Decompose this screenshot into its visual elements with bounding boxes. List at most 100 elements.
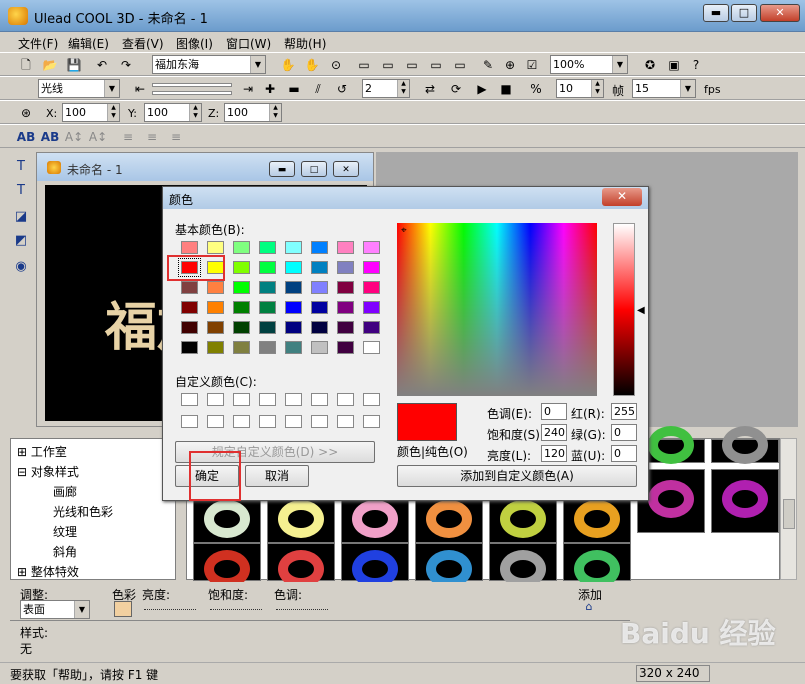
text-spacing-icon[interactable]: A↕ [64,127,84,147]
expand-icon[interactable]: ⊞ [17,565,27,579]
custom-color-swatch[interactable] [259,393,276,406]
select-object-icon[interactable]: ◩ [10,230,32,252]
menu-window[interactable]: 窗口(W) [226,35,271,52]
basic-color-swatch[interactable] [285,241,302,254]
basic-color-swatch[interactable] [233,281,250,294]
timeline-slider-2[interactable] [152,91,232,95]
basic-color-swatch[interactable] [337,261,354,274]
frames-combo[interactable]: 15 ▼ [632,79,696,98]
spin-arrows-icon[interactable]: ▲ ▼ [269,104,281,121]
basic-color-swatch[interactable] [311,241,328,254]
tree-item-bevel[interactable]: 斜角 [53,543,77,560]
custom-color-swatch[interactable] [233,415,250,428]
basic-color-swatch[interactable] [337,301,354,314]
eye-icon[interactable]: ◉ [10,256,32,278]
stop-icon[interactable]: ■ [496,79,516,99]
thumbnail[interactable] [563,543,631,588]
brightness-slider[interactable] [144,606,196,610]
render-icon[interactable]: ✪ [640,55,660,75]
custom-color-swatch[interactable] [285,415,302,428]
chevron-down-icon[interactable]: ▼ [74,601,89,618]
basic-color-swatch[interactable] [363,261,380,274]
tree-item-light-color[interactable]: 光线和色彩 [53,503,113,520]
thumbnail[interactable] [415,543,483,588]
split-icon[interactable]: ⫽ [308,79,328,99]
basic-color-swatch[interactable] [285,261,302,274]
mode-combo[interactable]: 光线 ▼ [38,79,120,98]
loop-icon[interactable]: ⇄ [420,79,440,99]
frame-spin[interactable]: 2 ▲ ▼ [362,79,410,98]
crosshair-icon[interactable]: ⌖ [401,225,407,236]
maximize-button[interactable]: □ [731,4,757,22]
add-to-custom-colors-button[interactable]: 添加到自定义颜色(A) [397,465,637,487]
hue-slider[interactable] [276,606,328,610]
basic-color-swatch[interactable] [181,341,198,354]
basic-color-swatch[interactable] [207,341,224,354]
view-back-icon[interactable]: ▭ [426,55,446,75]
gallery-scrollbar[interactable] [780,438,797,580]
basic-color-swatch[interactable] [207,321,224,334]
thumbnail[interactable] [711,469,779,533]
custom-color-swatch[interactable] [311,415,328,428]
basic-color-swatch[interactable] [259,241,276,254]
custom-color-swatch[interactable] [181,393,198,406]
canvas-minimize-button[interactable]: ▬ [269,161,295,177]
position-icon[interactable]: ⊛ [16,103,36,123]
globe-icon[interactable]: ⊕ [500,55,520,75]
hue-field[interactable]: 0 [541,403,567,420]
basic-color-swatch[interactable] [233,301,250,314]
view-persp-icon[interactable]: ▭ [450,55,470,75]
basic-color-swatch[interactable] [259,341,276,354]
basic-color-swatch[interactable] [337,281,354,294]
add-keyframe-icon[interactable]: ✚ [260,79,280,99]
open-icon[interactable]: 📂 [40,55,60,75]
zoom-fit-icon[interactable]: ⊙ [326,55,346,75]
basic-color-swatch[interactable] [363,241,380,254]
tree-item-object-style[interactable]: ⊟ 对象样式 [17,463,79,480]
thumbnail[interactable] [193,543,261,588]
thumbnail[interactable] [341,543,409,588]
custom-color-swatch[interactable] [363,393,380,406]
dialog-close-button[interactable]: ✕ [602,188,642,206]
red-field[interactable]: 255 [611,403,637,420]
spin-arrows-icon[interactable]: ▲ ▼ [107,104,119,121]
custom-color-swatch[interactable] [207,415,224,428]
reverse-icon[interactable]: ↺ [332,79,352,99]
color-swatch[interactable] [114,601,132,617]
canvas-maximize-button[interactable]: □ [301,161,327,177]
view-side-icon[interactable]: ▭ [378,55,398,75]
basic-color-swatch[interactable] [363,301,380,314]
adjust-combo[interactable]: 表面 ▼ [20,600,90,619]
hand-icon[interactable]: ✋ [278,55,298,75]
menu-help[interactable]: 帮助(H) [284,35,326,52]
chevron-down-icon[interactable]: ▼ [104,80,119,97]
basic-color-swatch[interactable] [311,301,328,314]
custom-color-swatch[interactable] [233,393,250,406]
chevron-down-icon[interactable]: ▼ [612,56,627,73]
saturation-slider[interactable] [210,606,262,610]
view-front-icon[interactable]: ▭ [354,55,374,75]
basic-color-swatch[interactable] [259,321,276,334]
basic-color-swatch[interactable] [363,321,380,334]
basic-color-swatch[interactable] [285,321,302,334]
basic-color-swatch[interactable] [207,241,224,254]
basic-color-swatch[interactable] [311,281,328,294]
checkbox-icon[interactable]: ☑ [522,55,542,75]
basic-color-swatch[interactable] [233,241,250,254]
expand-icon[interactable]: ⊞ [17,445,27,459]
help-pointer-icon[interactable]: ? [686,55,706,75]
thumbnail[interactable] [267,543,335,588]
basic-color-swatch[interactable] [311,261,328,274]
custom-color-swatch[interactable] [337,393,354,406]
menu-edit[interactable]: 编辑(E) [68,35,109,52]
align-right-icon[interactable]: ≡ [166,127,186,147]
basic-color-swatch[interactable] [181,281,198,294]
minimize-button[interactable]: ▬ [703,4,729,22]
collapse-icon[interactable]: ⊟ [17,465,27,479]
luminance-arrow-icon[interactable]: ◀ [637,305,645,316]
sat-field[interactable]: 240 [541,424,567,441]
color-spectrum[interactable] [397,223,597,396]
cancel-button[interactable]: 取消 [245,465,309,487]
custom-color-swatch[interactable] [181,415,198,428]
basic-color-swatch[interactable] [311,321,328,334]
